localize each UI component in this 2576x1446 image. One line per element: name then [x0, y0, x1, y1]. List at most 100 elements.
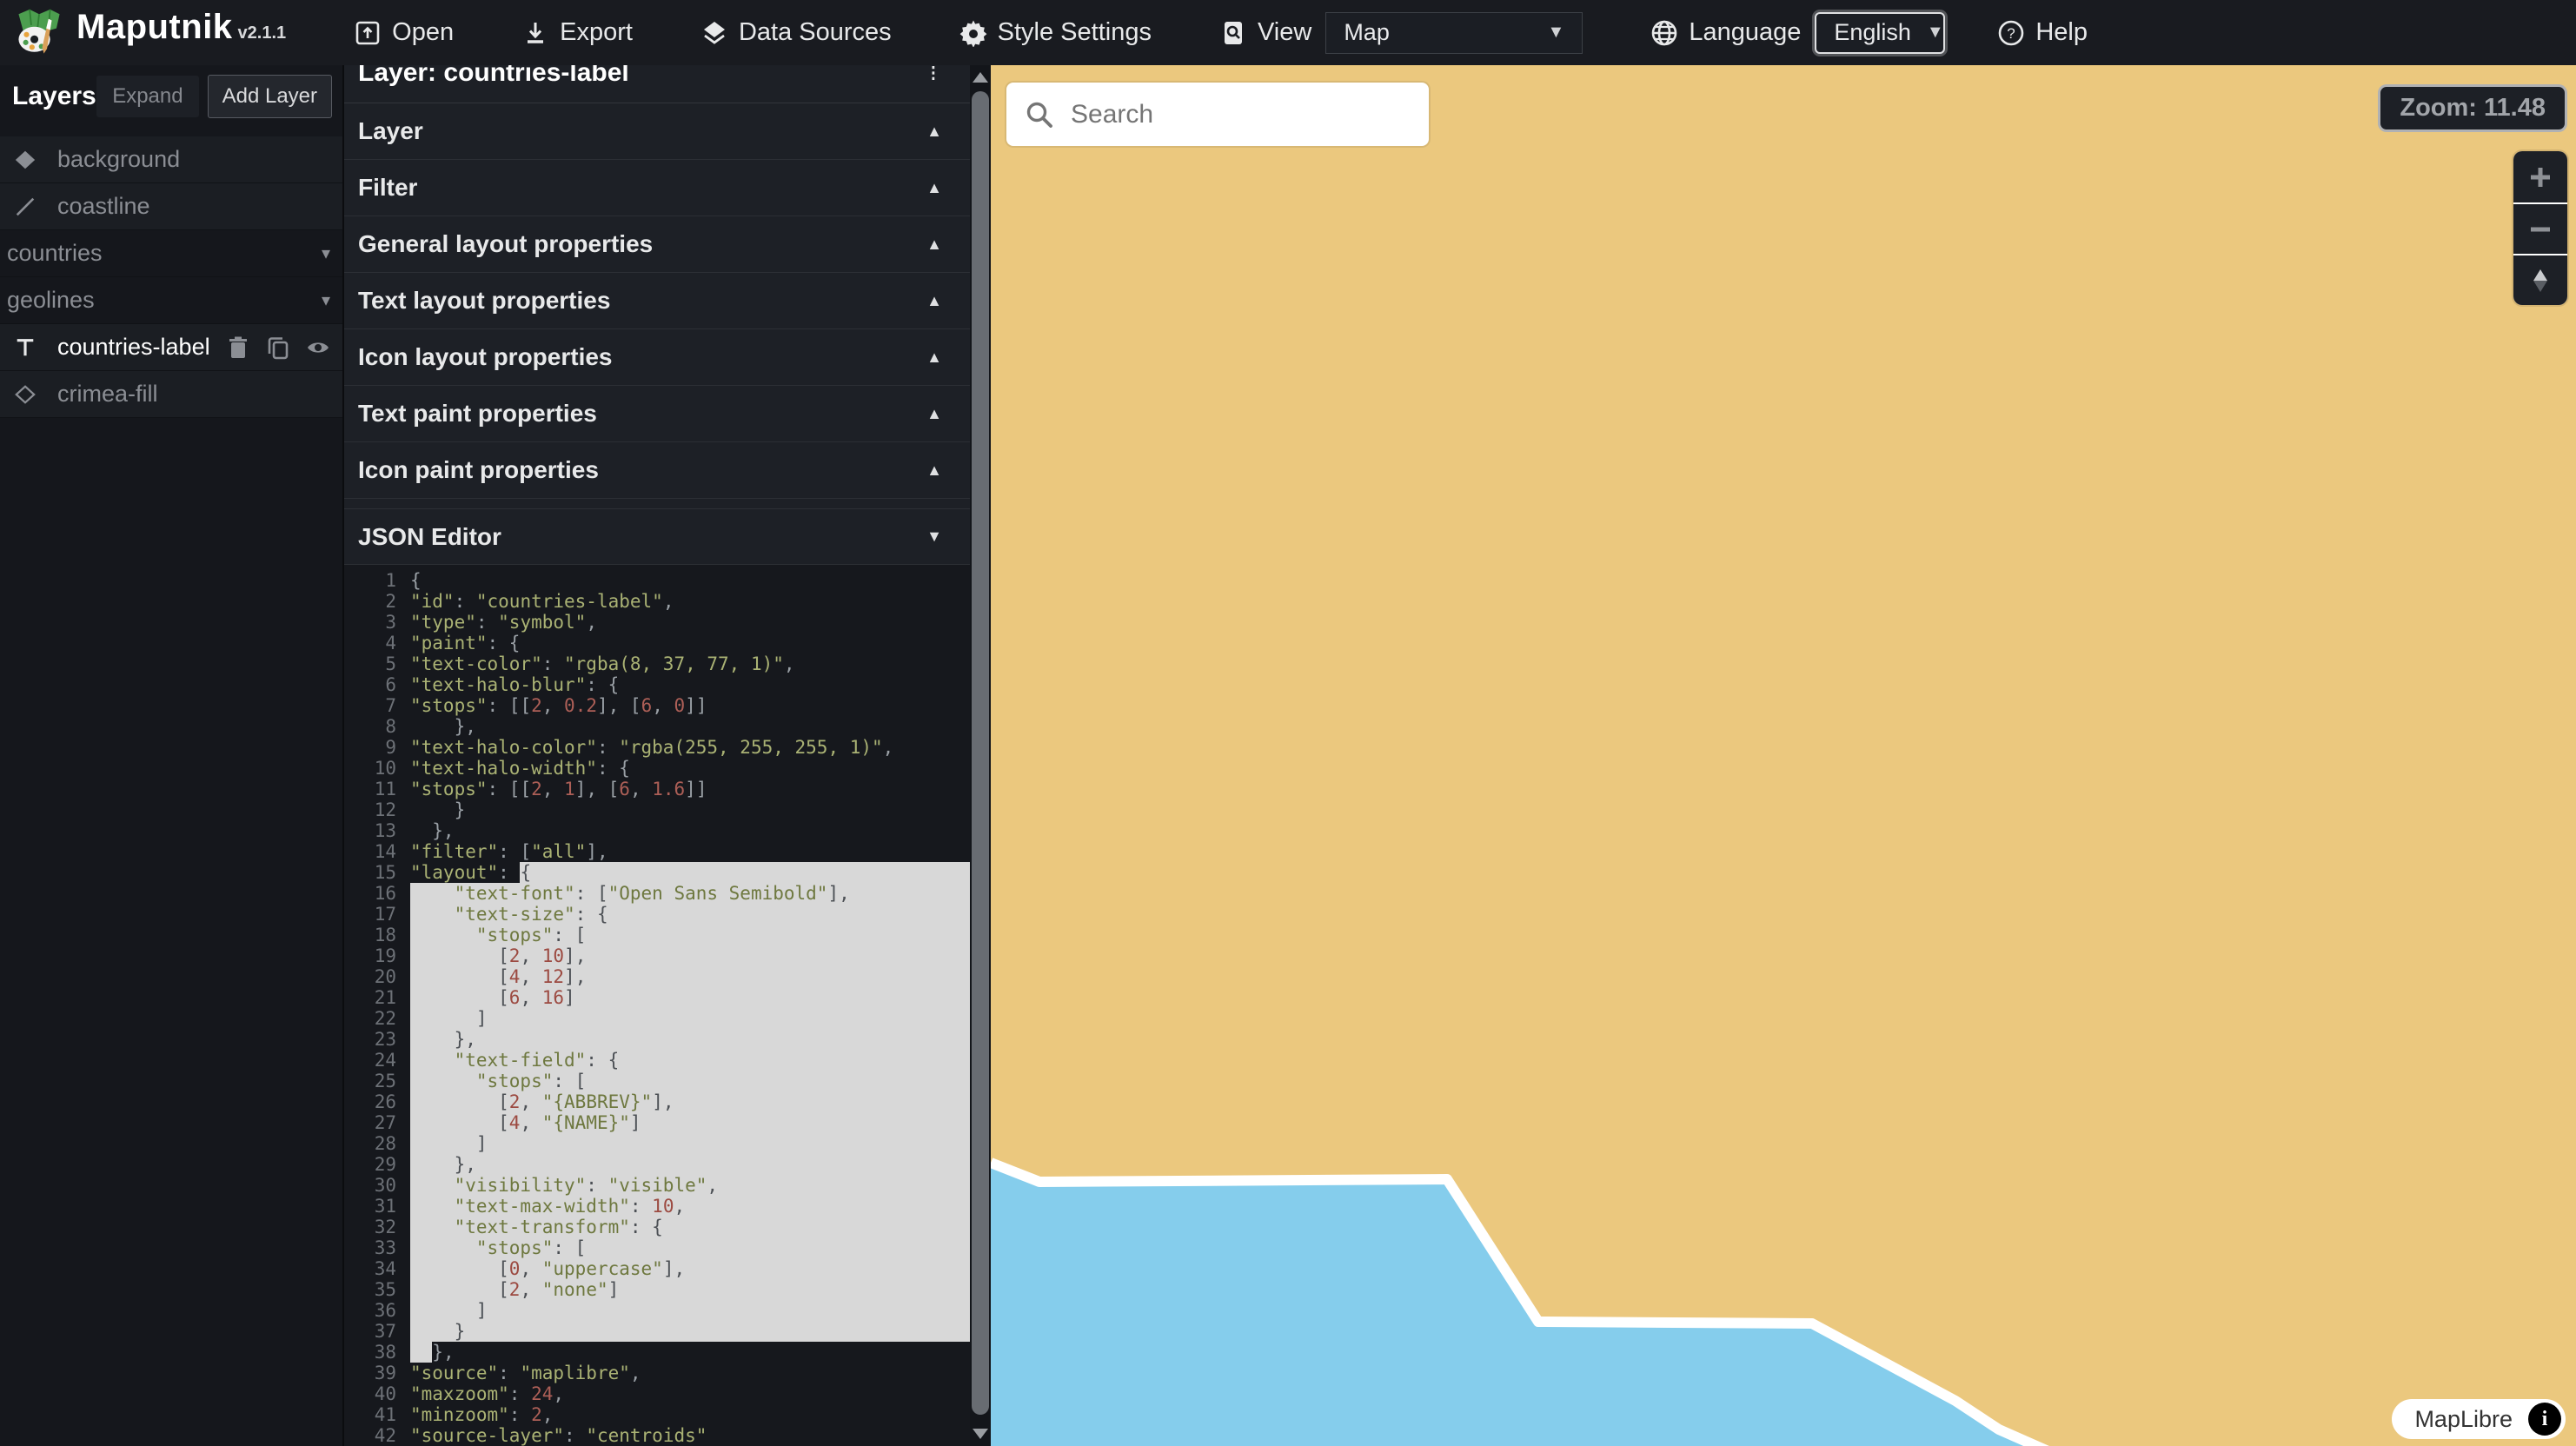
code-line: 31 "text-max-width": 10,	[344, 1196, 970, 1217]
search-input[interactable]	[1071, 100, 1411, 129]
maputnik-app: Maputnik v2.1.1 Open Export Data Sources St…	[0, 0, 2576, 1446]
expand-button[interactable]: Expand	[96, 76, 198, 117]
toolbar: Maputnik v2.1.1 Open Export Data Sources St…	[0, 0, 2576, 65]
line-number: 36	[344, 1300, 410, 1321]
line-number: 25	[344, 1071, 410, 1091]
sidebar-layer-coastline[interactable]: coastline	[0, 183, 342, 230]
help-button[interactable]: ? Help	[1997, 18, 2088, 47]
code-line: 41 "minzoom": 2,	[344, 1404, 970, 1425]
layer-label: geolines	[7, 287, 95, 314]
data-sources-button[interactable]: Data Sources	[700, 18, 892, 47]
sidebar-layer-background[interactable]: background	[0, 136, 342, 183]
line-number: 41	[344, 1404, 410, 1425]
scrollbar-thumb[interactable]	[972, 91, 989, 1415]
compass-button[interactable]	[2513, 254, 2567, 305]
info-button[interactable]: i	[2528, 1403, 2561, 1436]
code-line: 35 [2, "none"]	[344, 1279, 970, 1300]
visibility-icon[interactable]	[306, 335, 330, 360]
line-number: 13	[344, 820, 410, 841]
section-icon-layout-properties[interactable]: Icon layout properties▲	[344, 329, 991, 386]
section-icon-paint-properties[interactable]: Icon paint properties▲	[344, 442, 991, 499]
code-line: 2 "id": "countries-label",	[344, 591, 970, 612]
map-view: Zoom: 11.48 MapLibre	[991, 65, 2576, 1446]
sidebar-layer-countries[interactable]: countries▾	[0, 230, 342, 277]
section-text-paint-properties[interactable]: Text paint properties ▲	[344, 386, 991, 442]
line-number: 32	[344, 1217, 410, 1237]
code-line: 30 "visibility": "visible",	[344, 1175, 970, 1196]
code-line: 39 "source": "maplibre",	[344, 1363, 970, 1383]
line-number: 29	[344, 1154, 410, 1175]
property-sections: Layer▲Filter▲General layout properties▲T…	[344, 103, 991, 499]
sidebar-layer-countries-label[interactable]: countries-label	[0, 324, 342, 371]
json-code-editor[interactable]: 1{2 "id": "countries-label",3 "type": "s…	[344, 565, 970, 1446]
code-line: 4 "paint": {	[344, 633, 970, 653]
code-line: 38 },	[344, 1342, 970, 1363]
open-icon	[354, 19, 382, 47]
zoom-in-button[interactable]	[2513, 151, 2567, 202]
delete-icon[interactable]	[226, 335, 250, 360]
section-layer[interactable]: Layer▲	[344, 103, 991, 160]
line-number: 31	[344, 1196, 410, 1217]
line-number: 15	[344, 862, 410, 883]
code-line: 6 "text-halo-blur": {	[344, 674, 970, 695]
layer-list: backgroundcoastlinecountries▾ geolines ▾ co…	[0, 136, 342, 418]
language-select[interactable]: English ▼	[1815, 12, 1945, 54]
chevron-down-icon[interactable]: ▾	[322, 289, 330, 311]
inspector-title: Layer: countries-label	[358, 65, 991, 88]
view-select[interactable]: Map ▼	[1325, 12, 1583, 54]
section-label: Text layout properties	[358, 287, 610, 315]
code-line: 17 "text-size": {	[344, 904, 970, 925]
sidebar-layer-geolines[interactable]: geolines ▾	[0, 277, 342, 324]
symbol-icon	[12, 336, 38, 359]
line-number: 16	[344, 883, 410, 904]
code-line: 3 "type": "symbol",	[344, 612, 970, 633]
layer-label: crimea-fill	[57, 381, 158, 408]
inspector-scrollbar[interactable]	[970, 65, 991, 1446]
globe-icon	[1650, 19, 1678, 47]
code-line: 14 "filter": ["all"],	[344, 841, 970, 862]
line-number: 40	[344, 1383, 410, 1404]
line-number: 33	[344, 1237, 410, 1258]
chevron-down-icon: ▼	[1927, 23, 1944, 43]
code-line: 18 "stops": [	[344, 925, 970, 945]
map-canvas[interactable]	[991, 65, 2576, 1446]
section-label: Text paint properties	[358, 400, 597, 428]
code-line: 42 "source-layer": "centroids"	[344, 1425, 970, 1446]
line-number: 2	[344, 591, 410, 612]
section-filter[interactable]: Filter▲	[344, 160, 991, 216]
line-number: 35	[344, 1279, 410, 1300]
export-button[interactable]: Export	[521, 18, 633, 47]
scroll-up-icon[interactable]	[973, 72, 988, 83]
style-settings-button[interactable]: Style Settings	[959, 18, 1152, 47]
code-line: 5 "text-color": "rgba(8, 37, 77, 1)",	[344, 653, 970, 674]
code-line: 25 "stops": [	[344, 1071, 970, 1091]
line-number: 11	[344, 779, 410, 799]
section-text-layout-properties[interactable]: Text layout properties▲	[344, 273, 991, 329]
zoom-out-button[interactable]	[2513, 202, 2567, 254]
language-group: Language English ▼	[1650, 12, 1945, 54]
layers-sidebar: Layers Expand Add Layer backgroundcoastl…	[0, 65, 343, 1446]
kebab-menu-icon[interactable]: ⁝	[930, 67, 937, 79]
code-line: 23 },	[344, 1029, 970, 1050]
chevron-down-icon[interactable]: ▾	[322, 242, 330, 264]
add-layer-button[interactable]: Add Layer	[208, 75, 332, 118]
view-label: View	[1219, 18, 1311, 47]
line-number: 9	[344, 737, 410, 758]
layer-actions	[226, 335, 330, 360]
open-button[interactable]: Open	[354, 18, 454, 47]
fill-icon	[12, 149, 38, 171]
app-logo[interactable]: Maputnik v2.1.1	[14, 8, 286, 58]
export-icon	[521, 19, 549, 47]
section-label: Layer	[358, 117, 423, 145]
section-general-layout-properties[interactable]: General layout properties▲	[344, 216, 991, 273]
code-line: 11 "stops": [[2, 1], [6, 1.6]]	[344, 779, 970, 799]
code-line: 34 [0, "uppercase"],	[344, 1258, 970, 1279]
attribution-link[interactable]: MapLibre	[2414, 1406, 2513, 1433]
scroll-down-icon[interactable]	[973, 1429, 988, 1439]
collapse-icon: ▲	[926, 405, 942, 423]
sidebar-layer-crimea-fill[interactable]: crimea-fill	[0, 371, 342, 418]
json-editor-header[interactable]: JSON Editor ▼	[344, 508, 991, 565]
view-group: View Map ▼	[1219, 12, 1583, 54]
line-number: 42	[344, 1425, 410, 1446]
duplicate-icon[interactable]	[266, 335, 290, 360]
